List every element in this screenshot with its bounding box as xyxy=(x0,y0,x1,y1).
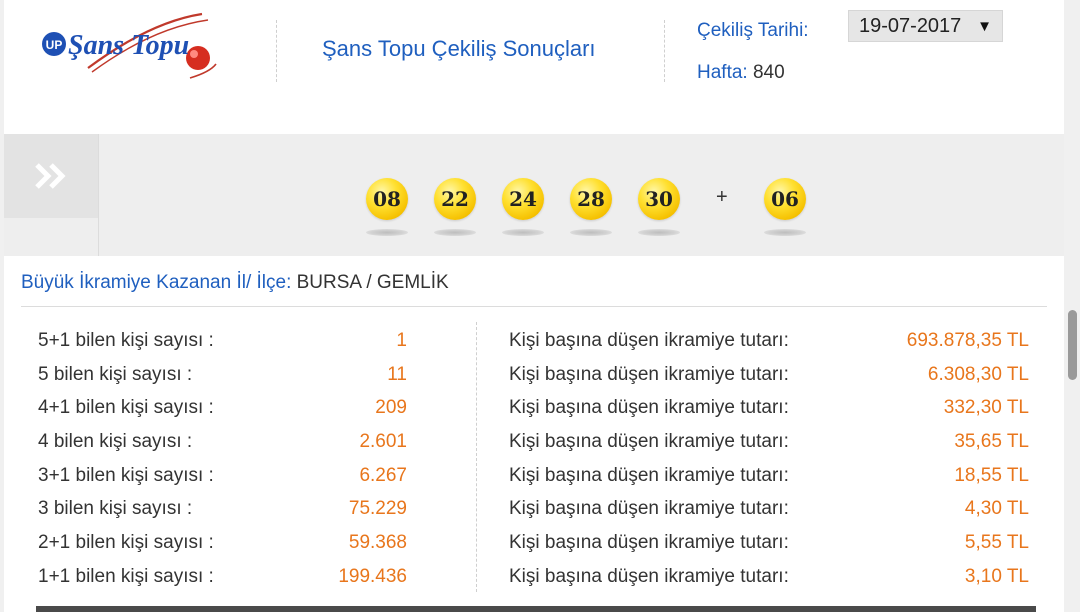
svg-text:UP: UP xyxy=(46,38,63,52)
draw-date-select[interactable]: 19-07-2017 ▼ xyxy=(848,10,1003,42)
match-label: 2+1 bilen kişi sayısı : xyxy=(38,532,214,554)
match-label: 5+1 bilen kişi sayısı : xyxy=(38,330,214,351)
drawn-number: 22 xyxy=(434,178,476,220)
draw-date-value: 19-07-2017 xyxy=(859,15,962,37)
drawn-number-ball: 30 xyxy=(638,178,682,238)
sans-topu-logo[interactable]: UP Şans Topu xyxy=(40,8,240,86)
drawn-number-ball: 22 xyxy=(434,178,478,238)
page-scrollbar[interactable] xyxy=(1068,310,1077,380)
section-divider xyxy=(21,306,1047,307)
prize-label: Kişi başına düşen ikramiye tutarı: xyxy=(509,363,789,385)
bonus-number: 06 xyxy=(764,178,806,220)
winner-count: 199.436 xyxy=(338,565,407,587)
winner-count: 11 xyxy=(387,363,407,385)
result-row: 3+1 bilen kişi sayısı : 6.267 Kişi başın… xyxy=(4,457,1064,491)
drawn-number-ball: 28 xyxy=(570,178,614,238)
header-divider-right xyxy=(664,20,665,82)
prize-label: Kişi başına düşen ikramiye tutarı: xyxy=(509,397,789,419)
prize-amount: 5,55 TL xyxy=(964,532,1029,554)
prize-amount: 4,30 TL xyxy=(964,498,1029,520)
double-chevron-right-icon xyxy=(35,163,66,189)
page-title: Şans Topu Çekiliş Sonuçları xyxy=(322,36,596,61)
prize-amount: 18,55 TL xyxy=(954,464,1029,486)
caret-down-icon: ▼ xyxy=(977,18,992,35)
prize-label: Kişi başına düşen ikramiye tutarı: xyxy=(509,464,789,486)
match-label: 4+1 bilen kişi sayısı : xyxy=(38,397,214,419)
drawn-numbers-band: 08 22 24 28 30 + 06 xyxy=(4,134,1064,256)
match-label: 4 bilen kişi sayısı : xyxy=(38,431,193,453)
sans-topu-logo-graphic: UP Şans Topu xyxy=(42,12,217,79)
bottom-edge-bar xyxy=(36,606,1036,612)
drawn-number: 08 xyxy=(366,178,408,220)
winner-count: 6.267 xyxy=(359,464,407,486)
winner-count: 1 xyxy=(396,330,407,351)
band-toggle-button-base xyxy=(4,218,99,256)
jackpot-region: Büyük İkramiye Kazanan İl/ İlçe: BURSA /… xyxy=(21,272,449,294)
header: UP Şans Topu Şans Topu Çekiliş Sonuçları… xyxy=(4,0,1064,134)
bonus-number-ball: 06 xyxy=(764,178,808,238)
results-table: 5+1 bilen kişi sayısı : 1 Kişi başına dü… xyxy=(4,322,1064,592)
ball-shadow xyxy=(638,229,680,236)
result-row: 5 bilen kişi sayısı : 11 Kişi başına düş… xyxy=(4,356,1064,390)
drawn-number-ball: 24 xyxy=(502,178,546,238)
jackpot-region-value: BURSA / GEMLİK xyxy=(296,272,449,293)
result-row: 2+1 bilen kişi sayısı : 59.368 Kişi başı… xyxy=(4,524,1064,558)
drawn-number: 28 xyxy=(570,178,612,220)
prize-amount: 3,10 TL xyxy=(964,565,1029,587)
drawn-number: 24 xyxy=(502,178,544,220)
ball-shadow xyxy=(764,229,806,236)
match-label: 3+1 bilen kişi sayısı : xyxy=(38,464,214,486)
prize-amount: 35,65 TL xyxy=(954,431,1029,453)
ball-shadow xyxy=(366,229,408,236)
prize-label: Kişi başına düşen ikramiye tutarı: xyxy=(509,330,789,351)
winner-count: 59.368 xyxy=(348,532,407,554)
drawn-number: 30 xyxy=(638,178,680,220)
week-value: 840 xyxy=(752,62,785,83)
prize-amount: 332,30 TL xyxy=(943,397,1029,419)
prize-label: Kişi başına düşen ikramiye tutarı: xyxy=(509,532,789,554)
week-label: Hafta: xyxy=(697,62,748,83)
match-label: 1+1 bilen kişi sayısı : xyxy=(38,565,214,587)
prize-amount: 693.878,35 TL xyxy=(906,330,1029,351)
ball-shadow xyxy=(434,229,476,236)
draw-date-label: Çekiliş Tarihi: xyxy=(697,20,809,41)
prize-amount: 6.308,30 TL xyxy=(927,363,1029,385)
prize-label: Kişi başına düşen ikramiye tutarı: xyxy=(509,565,789,587)
winner-count: 2.601 xyxy=(359,431,407,453)
band-toggle-button[interactable] xyxy=(4,134,99,218)
winner-count: 75.229 xyxy=(348,498,407,520)
prize-label: Kişi başına düşen ikramiye tutarı: xyxy=(509,498,789,520)
ball-shadow xyxy=(570,229,612,236)
prize-label: Kişi başına düşen ikramiye tutarı: xyxy=(509,431,789,453)
header-divider-left xyxy=(276,20,277,82)
match-label: 3 bilen kişi sayısı : xyxy=(38,498,193,520)
result-row: 5+1 bilen kişi sayısı : 1 Kişi başına dü… xyxy=(4,322,1064,356)
plus-sign: + xyxy=(716,186,728,208)
week-info: Hafta: 840 xyxy=(697,62,785,84)
result-row: 3 bilen kişi sayısı : 75.229 Kişi başına… xyxy=(4,490,1064,524)
svg-text:Şans Topu: Şans Topu xyxy=(68,30,189,61)
page-frame: UP Şans Topu Şans Topu Çekiliş Sonuçları… xyxy=(4,0,1064,612)
jackpot-region-label: Büyük İkramiye Kazanan İl/ İlçe: xyxy=(21,272,292,293)
drawn-number-ball: 08 xyxy=(366,178,410,238)
result-row: 4 bilen kişi sayısı : 2.601 Kişi başına … xyxy=(4,423,1064,457)
result-row: 1+1 bilen kişi sayısı : 199.436 Kişi baş… xyxy=(4,558,1064,592)
match-label: 5 bilen kişi sayısı : xyxy=(38,363,193,385)
ball-shadow xyxy=(502,229,544,236)
winner-count: 209 xyxy=(375,397,407,419)
result-row: 4+1 bilen kişi sayısı : 209 Kişi başına … xyxy=(4,389,1064,423)
